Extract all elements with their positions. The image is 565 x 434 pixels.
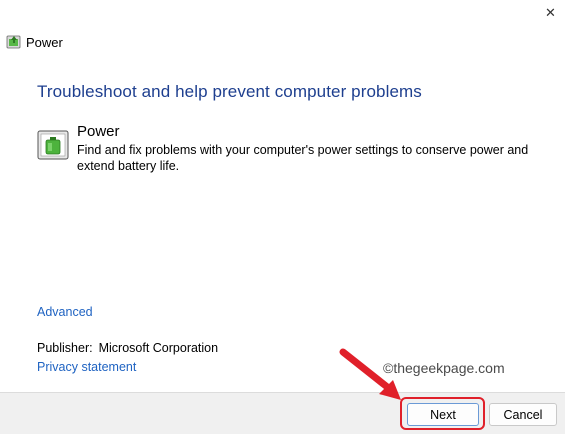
- page-heading: Troubleshoot and help prevent computer p…: [37, 82, 422, 101]
- watermark: ©thegeekpage.com: [383, 360, 505, 376]
- privacy-statement-link[interactable]: Privacy statement: [37, 360, 136, 374]
- troubleshooter-window: ✕ Power Troubleshoot and help prevent co…: [0, 0, 565, 434]
- tool-name: Power: [77, 123, 120, 140]
- close-button[interactable]: ✕: [536, 0, 565, 26]
- cancel-button[interactable]: Cancel: [489, 403, 557, 426]
- next-button[interactable]: Next: [407, 403, 479, 426]
- advanced-link[interactable]: Advanced: [37, 305, 93, 319]
- publisher-value: Microsoft Corporation: [98, 341, 219, 355]
- power-battery-icon: [37, 130, 69, 160]
- publisher-info: Publisher: Microsoft Corporation: [37, 341, 218, 355]
- power-title-icon: [6, 35, 21, 49]
- close-icon: ✕: [545, 5, 556, 20]
- publisher-label: Publisher:: [37, 341, 93, 355]
- button-bar: [0, 392, 565, 434]
- tool-description: Find and fix problems with your computer…: [77, 143, 529, 173]
- window-title: Power: [26, 35, 63, 50]
